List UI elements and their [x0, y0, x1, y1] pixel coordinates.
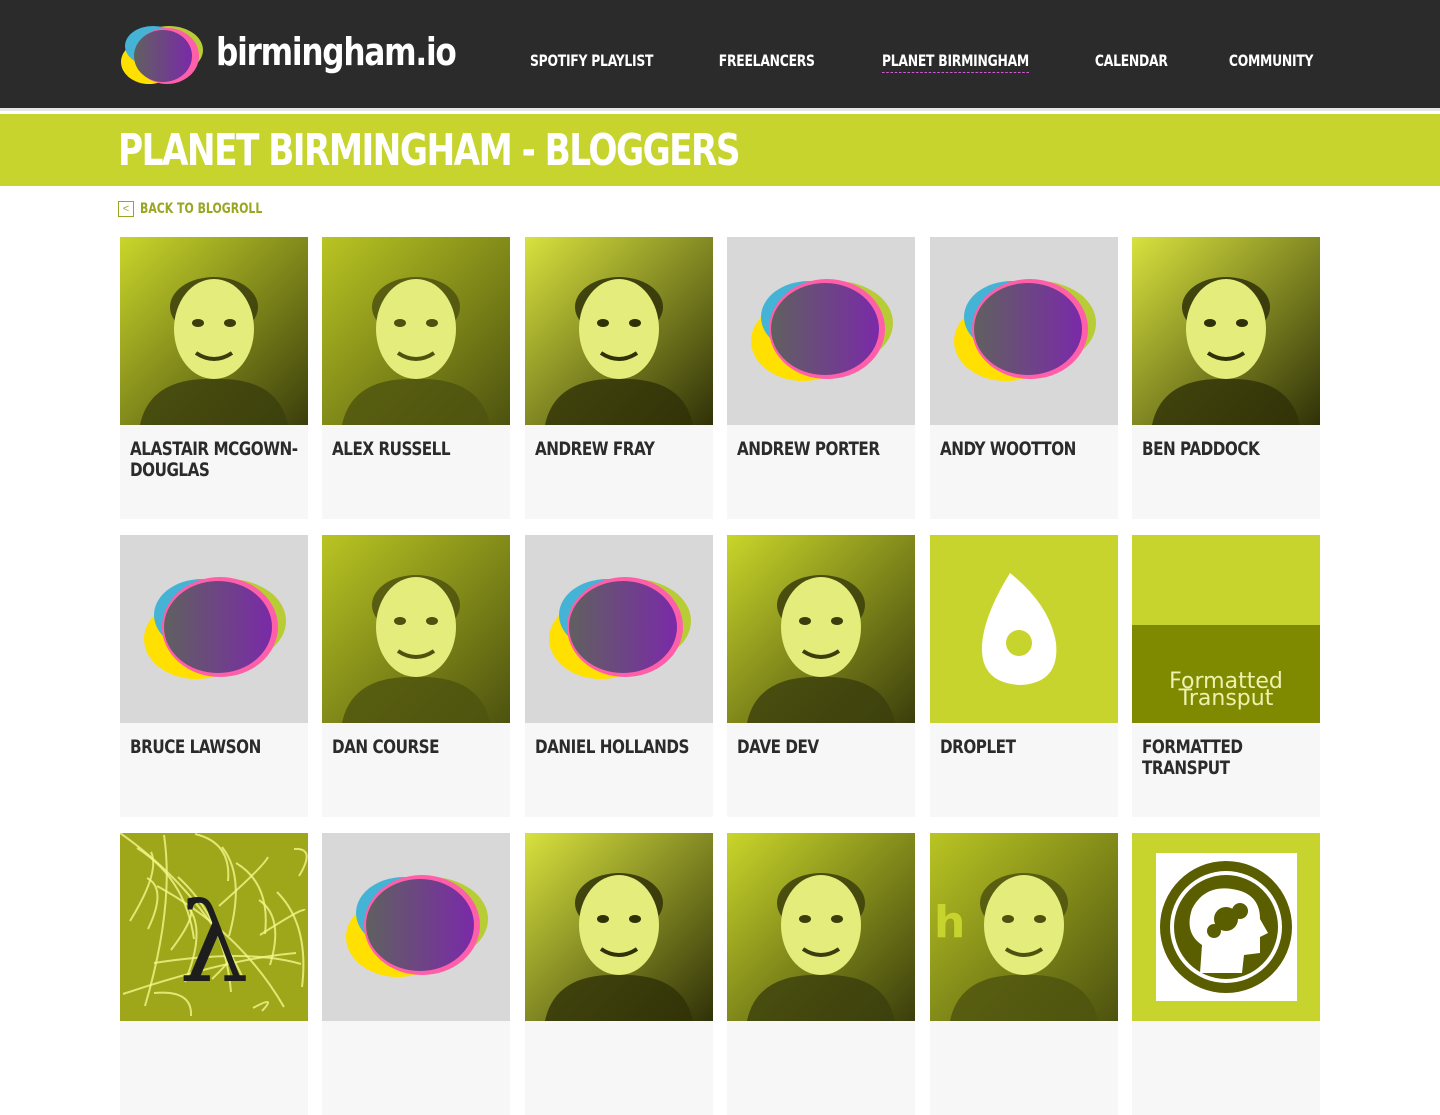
blogger-name[interactable]: FORMATTED TRANSPUT [1142, 737, 1310, 779]
blogger-photo[interactable] [322, 535, 511, 723]
blogger-name[interactable]: BRUCE LAWSON [130, 737, 298, 758]
blogger-grid: ALASTAIR MCGOWN-DOUGLAS ALEX RUSSELL AND… [120, 237, 1320, 1115]
nav-freelancers[interactable]: FREELANCERS [719, 51, 815, 73]
back-to-blogroll-link[interactable]: < BACK TO BLOGROLL [118, 201, 297, 217]
blogger-card[interactable]: ANDY WOOTTON [929, 237, 1118, 519]
blogger-photo[interactable] [322, 237, 511, 425]
default-avatar-logo[interactable] [524, 535, 713, 723]
blogger-photo[interactable] [1131, 237, 1320, 425]
blogger-card[interactable]: Formatted Transput FORMATTED TRANSPUT [1131, 535, 1320, 817]
blogger-card[interactable]: DAN COURSE [322, 535, 511, 817]
blogger-name[interactable]: DAN COURSE [332, 737, 500, 758]
nav-calendar[interactable]: CALENDAR [1095, 51, 1168, 73]
blogger-card[interactable]: ANDREW PORTER [727, 237, 916, 519]
blogger-card[interactable] [322, 833, 511, 1115]
chevron-left-icon: < [118, 201, 134, 217]
back-to-blogroll-label: BACK TO BLOGROLL [140, 201, 263, 217]
blogger-name[interactable]: ALASTAIR MCGOWN-DOUGLAS [130, 439, 298, 481]
blogger-photo[interactable] [120, 237, 308, 425]
nav-planet-birmingham[interactable]: PLANET BIRMINGHAM [882, 51, 1030, 73]
blogger-card[interactable] [524, 833, 713, 1115]
blogger-card[interactable] [1131, 833, 1320, 1115]
blogger-photo[interactable]: h [929, 833, 1118, 1021]
site-header: birmingham.io SPOTIFY PLAYLIST FREELANCE… [0, 0, 1440, 111]
blogger-card[interactable]: DAVE DEV [727, 535, 916, 817]
main-nav: SPOTIFY PLAYLIST FREELANCERS PLANET BIRM… [520, 51, 1320, 73]
lambda-logo[interactable]: λ [120, 833, 308, 1021]
blogger-card[interactable]: ANDREW FRAY [524, 237, 713, 519]
blogger-card[interactable]: ALEX RUSSELL [322, 237, 511, 519]
blogger-card[interactable]: DROPLET [929, 535, 1118, 817]
blogger-name[interactable]: DROPLET [940, 737, 1108, 758]
blogger-photo[interactable] [727, 833, 916, 1021]
blogger-name[interactable]: ALEX RUSSELL [332, 439, 500, 460]
blogger-card[interactable]: DANIEL HOLLANDS [524, 535, 713, 817]
blogger-name[interactable]: BEN PADDOCK [1142, 439, 1310, 460]
svg-text:Transput: Transput [1178, 686, 1274, 711]
blogger-photo[interactable] [524, 237, 713, 425]
nav-spotify-playlist[interactable]: SPOTIFY PLAYLIST [530, 51, 653, 73]
blogger-card[interactable]: ALASTAIR MCGOWN-DOUGLAS [120, 237, 308, 519]
page-title: PLANET BIRMINGHAM - BLOGGERS [118, 125, 741, 176]
blogger-card[interactable] [727, 833, 916, 1115]
blogger-card[interactable]: λ [120, 833, 308, 1115]
page-title-bar: PLANET BIRMINGHAM - BLOGGERS [0, 114, 1440, 186]
default-avatar-logo[interactable] [929, 237, 1118, 425]
blogger-card[interactable]: BRUCE LAWSON [120, 535, 308, 817]
default-avatar-logo[interactable] [322, 833, 511, 1021]
blogger-name[interactable]: ANDREW FRAY [535, 439, 703, 460]
droplet-logo[interactable] [929, 535, 1118, 723]
blogger-card[interactable]: h [929, 833, 1118, 1115]
birmingham-io-logo[interactable] [119, 22, 205, 88]
svg-text:h: h [934, 897, 965, 948]
blogger-card[interactable]: BEN PADDOCK [1131, 237, 1320, 519]
default-avatar-logo[interactable] [727, 237, 916, 425]
nav-community[interactable]: COMMUNITY [1229, 51, 1314, 73]
blogger-name[interactable]: DANIEL HOLLANDS [535, 737, 703, 758]
blogger-photo[interactable] [524, 833, 713, 1021]
blogger-name[interactable]: ANDREW PORTER [737, 439, 905, 460]
brain-gears-logo[interactable] [1131, 833, 1320, 1021]
blogger-name[interactable]: ANDY WOOTTON [940, 439, 1108, 460]
site-brand[interactable]: birmingham.io [216, 30, 457, 74]
svg-text:λ: λ [179, 879, 249, 1007]
blogger-name[interactable]: DAVE DEV [737, 737, 905, 758]
formatted-transput-logo[interactable]: Formatted Transput [1131, 535, 1320, 723]
default-avatar-logo[interactable] [120, 535, 308, 723]
blogger-photo[interactable] [727, 535, 916, 723]
